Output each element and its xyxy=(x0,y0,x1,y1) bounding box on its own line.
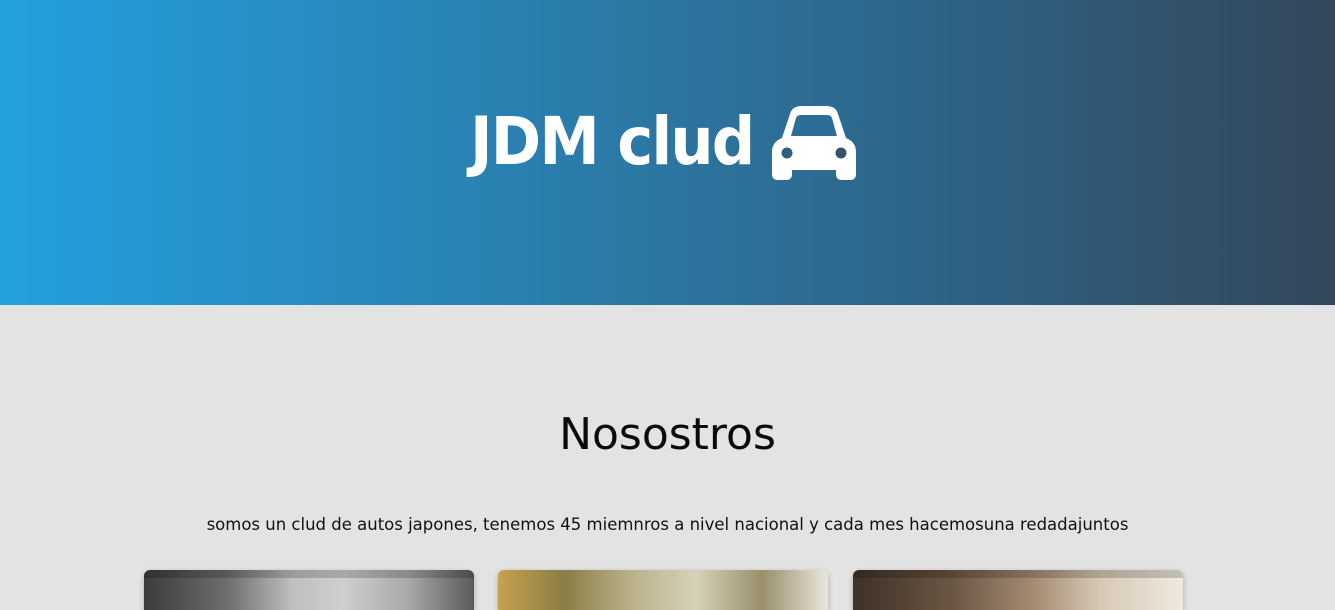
brand-title: JDM clud xyxy=(470,103,755,180)
car-icon xyxy=(772,106,856,180)
image-top-band xyxy=(853,570,1183,578)
gallery-image-2[interactable] xyxy=(498,570,828,610)
image-top-band xyxy=(144,570,474,578)
about-section: Nosostros somos un clud de autos japones… xyxy=(0,305,1335,599)
section-description: somos un clud de autos japones, tenemos … xyxy=(206,515,1129,534)
gallery-image-1[interactable] xyxy=(144,570,474,610)
section-title: Nosostros xyxy=(559,409,776,460)
gallery-image-3[interactable] xyxy=(853,570,1183,610)
brand-logo[interactable]: JDM clud xyxy=(470,100,856,184)
hero-header: JDM clud xyxy=(0,0,1335,305)
